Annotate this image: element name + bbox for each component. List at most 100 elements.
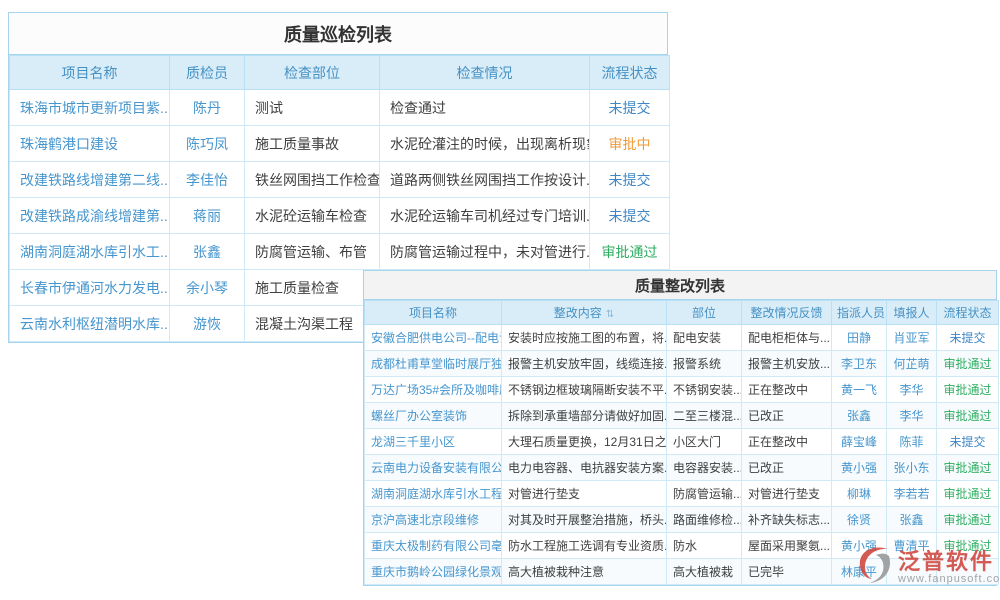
column-header-6[interactable]: 填报人	[887, 301, 937, 325]
text-cell: 屋面采用聚氨...	[742, 533, 832, 559]
name-link-cell[interactable]: 薛宝峰	[832, 429, 887, 455]
name-link-cell[interactable]: 肖亚军	[887, 325, 937, 351]
name-link-cell[interactable]: 黄一飞	[832, 377, 887, 403]
column-header-1[interactable]: 项目名称	[365, 301, 502, 325]
project-link-cell[interactable]: 万达广场35#会所及咖啡厅空...	[365, 377, 502, 403]
project-link-cell[interactable]: 云南水利枢纽潜明水库...	[10, 306, 170, 342]
project-link-cell[interactable]: 安徽合肥供电公司--配电设备...	[365, 325, 502, 351]
name-link-cell[interactable]: 张小东	[887, 455, 937, 481]
column-header-4[interactable]: 整改情况反馈	[742, 301, 832, 325]
text-cell: 电容器安装...	[667, 455, 742, 481]
table-row: 珠海鹤港口建设陈巧凤施工质量事故水泥砼灌注的时候，出现离析现象审批中	[10, 126, 670, 162]
text-cell: 路面维修检...	[667, 507, 742, 533]
header-row: 项目名称质检员检查部位检查情况流程状态	[10, 56, 670, 90]
project-link-cell[interactable]: 螺丝厂办公室装饰	[365, 403, 502, 429]
project-link-cell[interactable]: 京沪高速北京段维修	[365, 507, 502, 533]
text-cell: 高大植被栽种注意	[502, 559, 667, 585]
status-cell: 审批通过	[590, 234, 670, 270]
rectification-list-panel: 质量整改列表 项目名称整改内容⇅部位整改情况反馈指派人员填报人流程状态 安徽合肥…	[363, 270, 997, 586]
text-cell: 报警主机安放...	[742, 351, 832, 377]
name-link-cell[interactable]: 李卫东	[832, 351, 887, 377]
name-link-cell[interactable]: 黄小强	[832, 455, 887, 481]
text-cell: 已改正	[742, 455, 832, 481]
project-link-cell[interactable]: 湖南洞庭湖水库引水工...	[10, 234, 170, 270]
status-cell: 未提交	[590, 90, 670, 126]
table-row: 成都杜甫草堂临时展厅独立展...报警主机安放牢固，线缆连接...报警系统报警主机…	[365, 351, 999, 377]
text-cell: 道路两侧铁丝网围挡工作按设计...	[380, 162, 590, 198]
text-cell: 高大植被栽	[667, 559, 742, 585]
status-cell: 审批通过	[937, 377, 999, 403]
watermark-brand: 泛普软件	[898, 550, 994, 573]
text-cell: 对管进行垫支	[742, 481, 832, 507]
inspection-list-title: 质量巡检列表	[9, 13, 667, 55]
name-link-cell[interactable]: 李华	[887, 377, 937, 403]
text-cell: 报警主机安放牢固，线缆连接...	[502, 351, 667, 377]
project-link-cell[interactable]: 重庆市鹅岭公园绿化景观提升...	[365, 559, 502, 585]
text-cell: 正在整改中	[742, 429, 832, 455]
name-link-cell[interactable]: 张鑫	[170, 234, 245, 270]
name-link-cell[interactable]: 徐贤	[832, 507, 887, 533]
table-row: 螺丝厂办公室装饰拆除到承重墙部分请做好加固...二至三楼混...已改正张鑫李华审…	[365, 403, 999, 429]
sort-icon[interactable]: ⇅	[606, 309, 614, 320]
name-link-cell[interactable]: 李若若	[887, 481, 937, 507]
text-cell: 小区大门	[667, 429, 742, 455]
text-cell: 配电柜柜体与...	[742, 325, 832, 351]
name-link-cell[interactable]: 张鑫	[887, 507, 937, 533]
name-link-cell[interactable]: 田静	[832, 325, 887, 351]
project-link-cell[interactable]: 长春市伊通河水力发电...	[10, 270, 170, 306]
name-link-cell[interactable]: 余小琴	[170, 270, 245, 306]
name-link-cell[interactable]: 陈菲	[887, 429, 937, 455]
project-link-cell[interactable]: 改建铁路线增建第二线...	[10, 162, 170, 198]
project-link-cell[interactable]: 龙湖三千里小区	[365, 429, 502, 455]
project-link-cell[interactable]: 改建铁路成渝线增建第...	[10, 198, 170, 234]
name-link-cell[interactable]: 蒋丽	[170, 198, 245, 234]
status-cell: 审批通过	[937, 403, 999, 429]
header-row: 项目名称整改内容⇅部位整改情况反馈指派人员填报人流程状态	[365, 301, 999, 325]
name-link-cell[interactable]: 陈巧凤	[170, 126, 245, 162]
table-row: 京沪高速北京段维修对其及时开展整治措施，桥头...路面维修检...补齐缺失标志.…	[365, 507, 999, 533]
watermark: 泛普软件 www.fanpusoft.com	[852, 542, 1000, 588]
project-link-cell[interactable]: 湖南洞庭湖水库引水工程施工1标	[365, 481, 502, 507]
text-cell: 报警系统	[667, 351, 742, 377]
project-link-cell[interactable]: 重庆太极制药有限公司亳州中...	[365, 533, 502, 559]
text-cell: 大理石质量更换，12月31日之...	[502, 429, 667, 455]
name-link-cell[interactable]: 李佳怡	[170, 162, 245, 198]
project-link-cell[interactable]: 成都杜甫草堂临时展厅独立展...	[365, 351, 502, 377]
project-link-cell[interactable]: 珠海市城市更新项目紫...	[10, 90, 170, 126]
name-link-cell[interactable]: 李华	[887, 403, 937, 429]
name-link-cell[interactable]: 柳琳	[832, 481, 887, 507]
project-link-cell[interactable]: 珠海鹤港口建设	[10, 126, 170, 162]
fanpu-logo-icon	[852, 542, 896, 588]
table-row: 湖南洞庭湖水库引水工...张鑫防腐管运输、布管防腐管运输过程中，未对管进行...…	[10, 234, 670, 270]
column-header-2: 质检员	[170, 56, 245, 90]
text-cell: 混凝土沟渠工程	[245, 306, 380, 342]
status-cell: 未提交	[937, 429, 999, 455]
column-header-5[interactable]: 指派人员	[832, 301, 887, 325]
watermark-url: www.fanpusoft.com	[898, 573, 1000, 585]
name-link-cell[interactable]: 陈丹	[170, 90, 245, 126]
name-link-cell[interactable]: 游恢	[170, 306, 245, 342]
status-cell: 审批通过	[937, 455, 999, 481]
column-header-5: 流程状态	[590, 56, 670, 90]
text-cell: 防腐管运输、布管	[245, 234, 380, 270]
status-cell: 审批通过	[937, 351, 999, 377]
column-header-3[interactable]: 部位	[667, 301, 742, 325]
column-header-2[interactable]: 整改内容⇅	[502, 301, 667, 325]
table-row: 安徽合肥供电公司--配电设备...安装时应按施工图的布置，将...配电安装配电柜…	[365, 325, 999, 351]
text-cell: 拆除到承重墙部分请做好加固...	[502, 403, 667, 429]
column-header-7[interactable]: 流程状态	[937, 301, 999, 325]
text-cell: 防水	[667, 533, 742, 559]
text-cell: 对其及时开展整治措施，桥头...	[502, 507, 667, 533]
column-header-4: 检查情况	[380, 56, 590, 90]
text-cell: 不锈钢安装...	[667, 377, 742, 403]
status-cell: 未提交	[937, 325, 999, 351]
inspection-table-header: 项目名称质检员检查部位检查情况流程状态	[10, 56, 670, 90]
text-cell: 施工质量检查	[245, 270, 380, 306]
text-cell: 电力电容器、电抗器安装方案...	[502, 455, 667, 481]
name-link-cell[interactable]: 张鑫	[832, 403, 887, 429]
rectification-list-title: 质量整改列表	[364, 271, 996, 300]
table-row: 改建铁路线增建第二线...李佳怡铁丝网围挡工作检查道路两侧铁丝网围挡工作按设计.…	[10, 162, 670, 198]
project-link-cell[interactable]: 云南电力设备安装有限公司20...	[365, 455, 502, 481]
name-link-cell[interactable]: 何芷萌	[887, 351, 937, 377]
text-cell: 铁丝网围挡工作检查	[245, 162, 380, 198]
